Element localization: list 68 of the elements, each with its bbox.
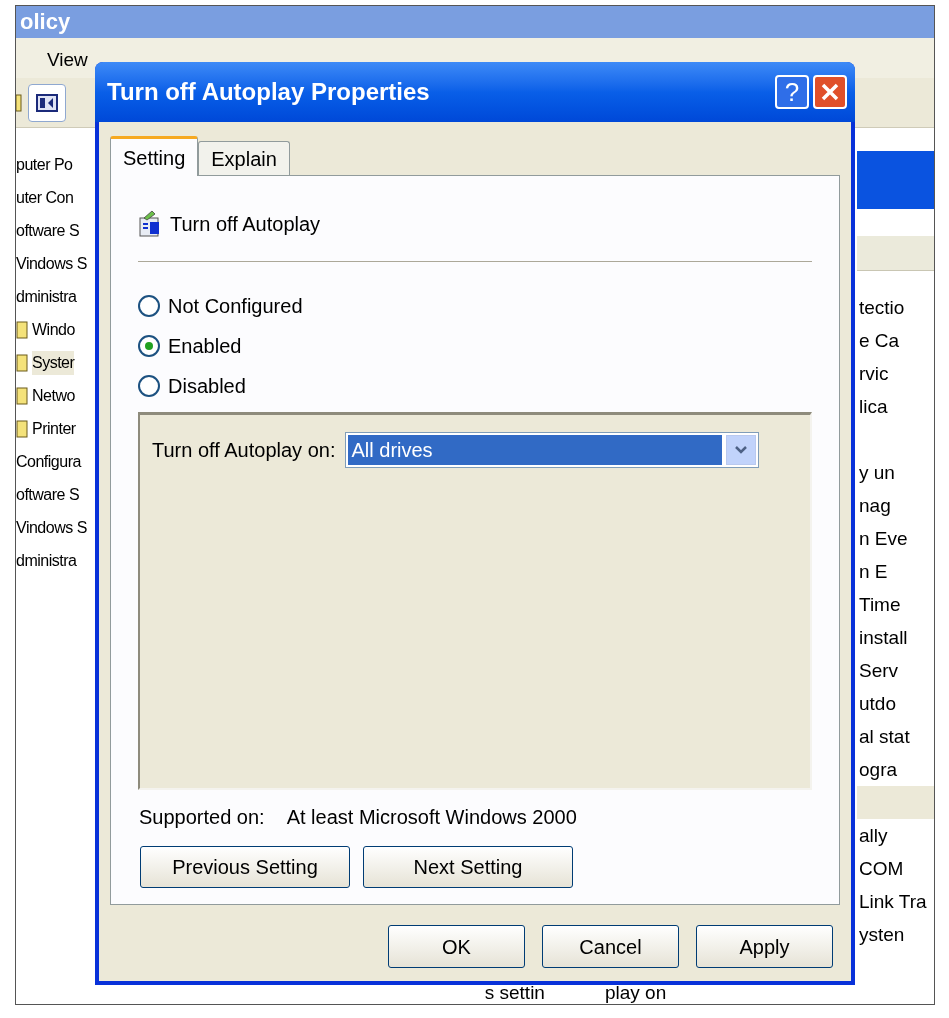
folder-icon [16, 386, 28, 405]
supported-label: Supported on: [139, 805, 265, 830]
dialog-button[interactable]: Cancel [542, 925, 679, 968]
tree-item[interactable]: Netwo [32, 383, 75, 408]
tree-item[interactable]: Vindows S [16, 515, 87, 540]
nav-button[interactable]: Previous Setting [140, 846, 350, 888]
list-item-text: ysten [859, 925, 905, 944]
nav-button[interactable]: Next Setting [363, 846, 573, 888]
list-item-text: n Eve [859, 529, 908, 548]
radio-button[interactable] [138, 295, 160, 317]
list-item-text: y un [859, 463, 895, 482]
folder-icon [16, 419, 28, 438]
dialog-title: Turn off Autoplay Properties [107, 77, 431, 107]
list-item-text: install [859, 628, 908, 647]
list-item-text: Serv [859, 661, 899, 680]
tree-item[interactable]: puter Po [16, 152, 73, 177]
description-text: play on [604, 983, 667, 1002]
list-item-text: utdo [859, 694, 896, 713]
tree-item[interactable]: Syster [32, 350, 75, 375]
dropdown-arrow-button[interactable] [726, 435, 757, 465]
folder-icon[interactable] [16, 93, 22, 112]
tree-item[interactable]: Configura [16, 449, 81, 474]
dropdown-value: All drives [348, 435, 723, 465]
dropdown-label: Turn off Autoplay on: [152, 438, 336, 463]
tree-item[interactable]: uter Con [16, 185, 74, 210]
chevron-down-icon [735, 446, 748, 454]
radio-button[interactable] [138, 335, 160, 357]
list-item-text: e Ca [859, 331, 900, 350]
list-item-text: lica [859, 397, 888, 416]
list-item-text: Link Tra [859, 892, 927, 911]
menu-item[interactable]: View [47, 45, 88, 74]
list-item-text: rvic [859, 364, 889, 383]
list-item-text: Time [859, 595, 901, 614]
list-item-text: n E [859, 562, 888, 581]
close-icon [821, 83, 839, 101]
supported-value: At least Microsoft Windows 2000 [286, 805, 577, 830]
help-button[interactable]: ? [775, 75, 809, 109]
list-item-text: ally [859, 826, 888, 845]
dialog-button[interactable]: Apply [696, 925, 833, 968]
window-title: olicy [20, 11, 71, 33]
policy-icon [138, 210, 162, 238]
radio-option[interactable]: Not Configured [138, 286, 303, 326]
tree-item[interactable]: Windo [32, 317, 75, 342]
tree-item[interactable]: dministra [16, 284, 77, 309]
close-button[interactable] [813, 75, 847, 109]
tree-item[interactable]: Printer [32, 416, 76, 441]
dialog-button[interactable]: OK [388, 925, 525, 968]
description-text: s settin [484, 983, 545, 1002]
tree-item[interactable]: oftware S [16, 218, 80, 243]
radio-option[interactable]: Enabled [138, 326, 242, 366]
folder-icon [16, 353, 28, 372]
policy-name: Turn off Autoplay [170, 212, 321, 237]
drives-dropdown[interactable]: All drives [345, 432, 760, 468]
radio-option[interactable]: Disabled [138, 366, 246, 406]
pane-icon [36, 93, 58, 112]
list-item-text: COM [859, 859, 904, 878]
folder-icon [16, 320, 28, 339]
show-pane-button[interactable] [28, 83, 66, 122]
tree-item[interactable]: dministra [16, 548, 77, 573]
tree-item[interactable]: oftware S [16, 482, 80, 507]
list-item-text: al stat [859, 727, 910, 746]
radio-button[interactable] [138, 375, 160, 397]
list-item-text: nag [859, 496, 891, 515]
tab[interactable]: Setting [110, 136, 199, 176]
tree-item[interactable]: Vindows S [16, 251, 87, 276]
tab[interactable]: Explain [198, 141, 290, 175]
list-item-text: tectio [859, 298, 905, 317]
list-item-text: ogra [859, 760, 898, 779]
